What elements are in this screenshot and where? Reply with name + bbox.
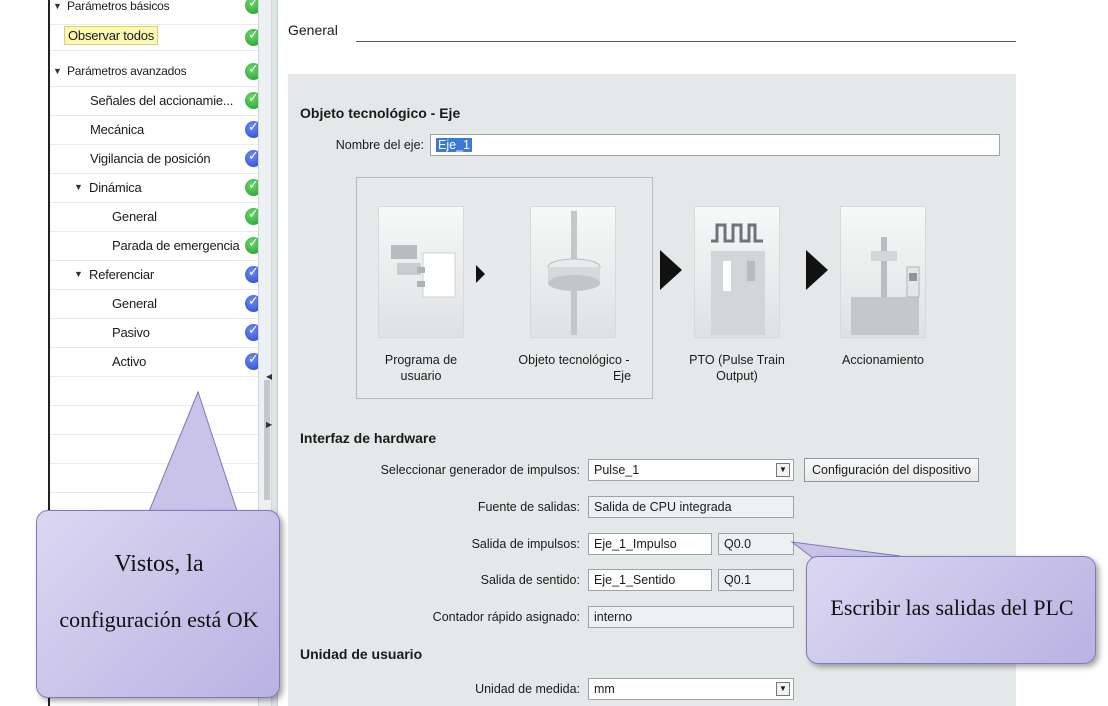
- callout-right-text: Escribir las salidas del PLC: [830, 595, 1074, 620]
- callout-left-line2: configuración está OK: [59, 607, 259, 632]
- callout-right: Escribir las salidas del PLC: [806, 556, 1096, 664]
- callout-left: Vistos, la configuración está OK: [36, 510, 280, 698]
- callout-left-line1: Vistos, la: [114, 551, 204, 577]
